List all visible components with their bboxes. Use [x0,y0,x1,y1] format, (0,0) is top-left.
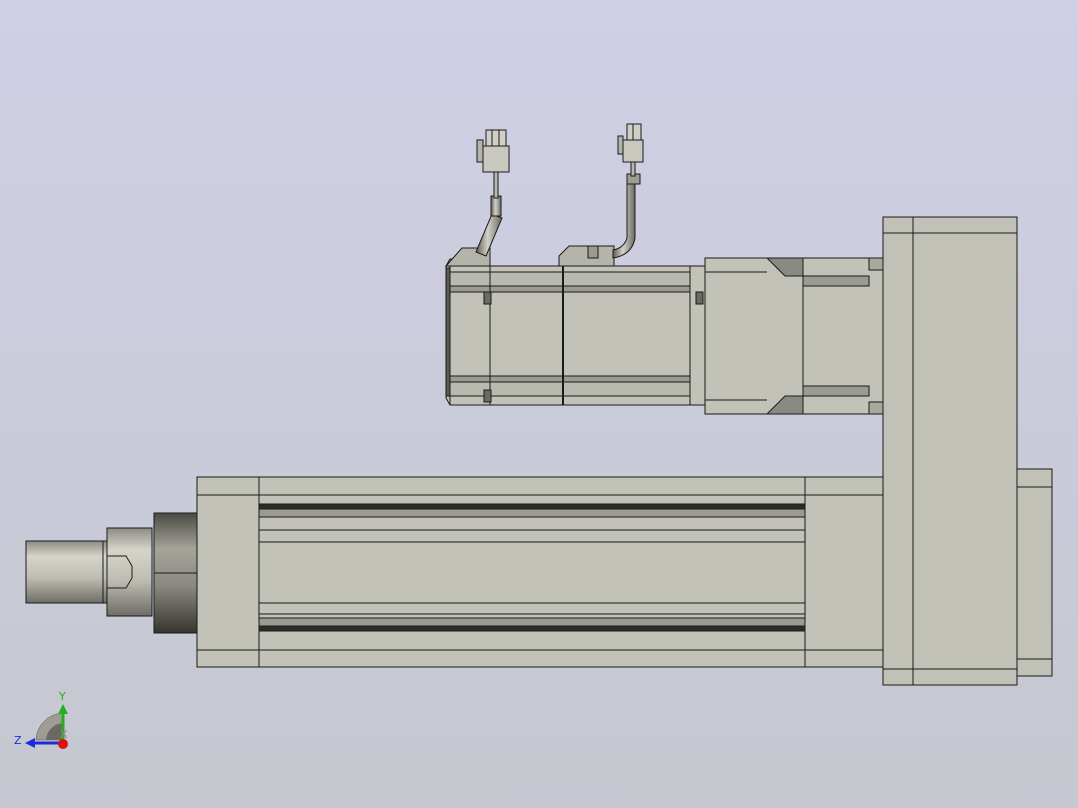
y-axis-label: Y [58,690,66,703]
x-axis-label: X [60,728,68,741]
cable-2-plug [622,139,644,163]
motor-flange [704,257,804,415]
model-view-svg[interactable]: Y Z X [0,0,1078,808]
servo-motor [444,245,884,415]
rod-end [25,540,108,604]
rear-end-cap [1016,468,1053,677]
motor-connector-boss-2 [558,245,615,267]
z-axis-label: Z [14,734,22,747]
cad-viewport[interactable]: Y Z X [0,0,1078,808]
actuator-groove-bottom [258,625,806,632]
actuator-groove-top [258,503,806,510]
rod-nut [106,527,153,617]
cable-1-plug [482,145,510,173]
